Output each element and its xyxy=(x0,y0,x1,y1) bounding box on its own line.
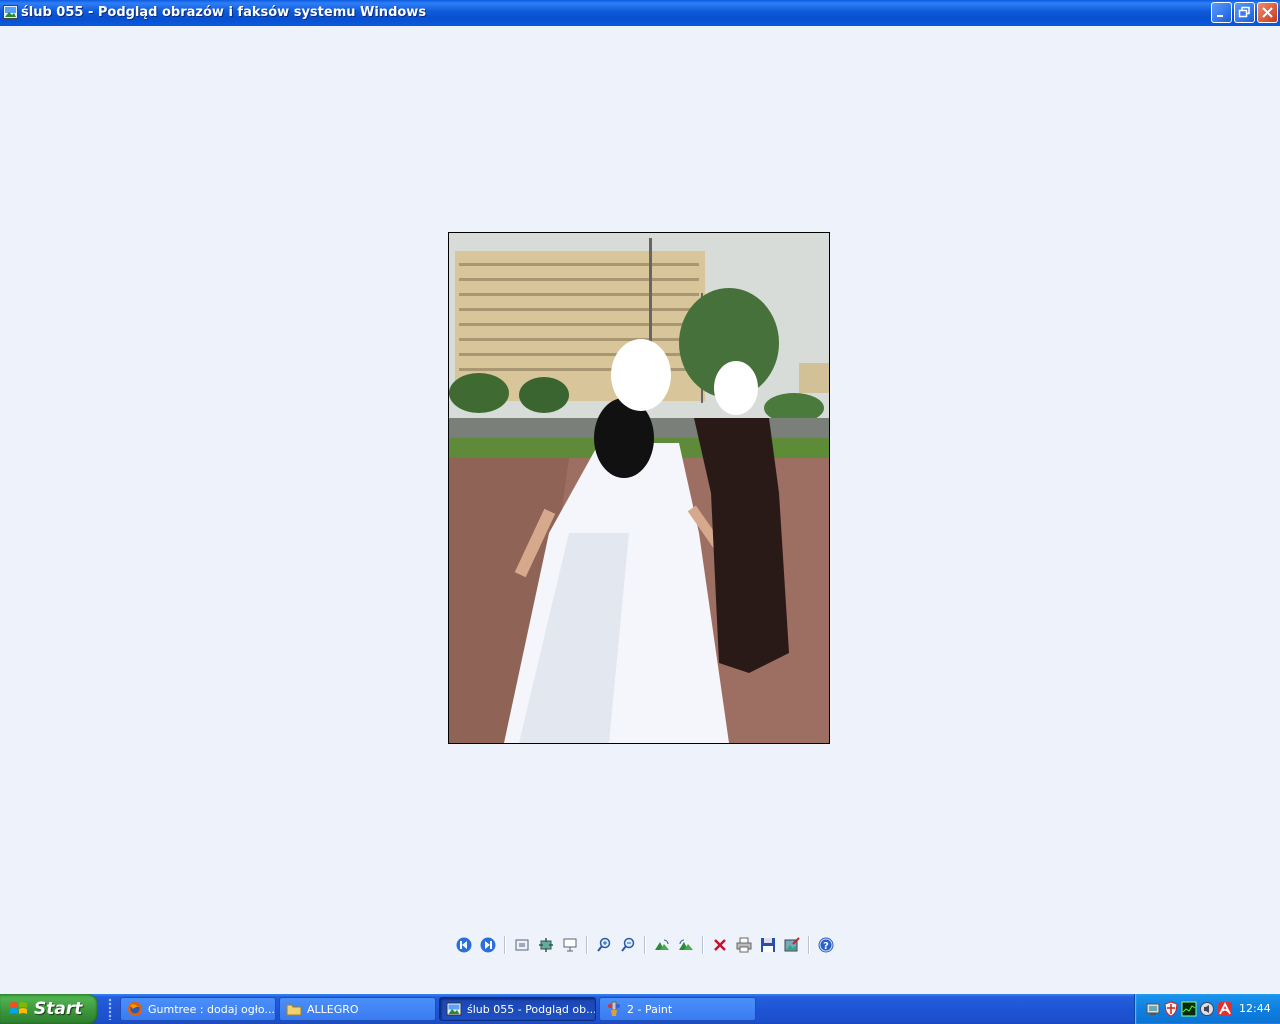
displayed-photo[interactable] xyxy=(448,232,830,744)
close-button[interactable] xyxy=(1257,2,1278,23)
print-button[interactable] xyxy=(734,935,754,955)
system-clock[interactable]: 12:44 xyxy=(1239,1002,1271,1015)
taskbar-item-label: ALLEGRO xyxy=(307,1002,359,1016)
rotate-clockwise-button[interactable] xyxy=(652,935,672,955)
taskbar-item-image-viewer[interactable]: ślub 055 - Podgląd ob... xyxy=(439,997,596,1021)
taskbar-item-label: 2 - Paint xyxy=(627,1002,673,1016)
delete-button[interactable] xyxy=(710,935,730,955)
zoom-in-button[interactable] xyxy=(594,935,614,955)
taskbar-item-allegro-folder[interactable]: ALLEGRO xyxy=(279,997,436,1021)
rotate-counterclockwise-icon xyxy=(679,939,693,950)
printer-icon xyxy=(736,937,752,953)
viewer-toolbar: ? xyxy=(452,935,838,955)
taskbar-item-firefox[interactable]: Gumtree : dodaj ogło... xyxy=(120,997,276,1021)
edit-image-icon xyxy=(784,937,800,952)
restore-button[interactable] xyxy=(1234,2,1255,23)
taskbar-item-paint[interactable]: 2 - Paint xyxy=(599,997,756,1021)
slideshow-button[interactable] xyxy=(560,935,580,955)
best-fit-button[interactable] xyxy=(512,935,532,955)
monitor-graph-icon[interactable] xyxy=(1181,1001,1197,1017)
toolbar-separator xyxy=(644,936,646,954)
toolbar-separator xyxy=(586,936,588,954)
paint-icon xyxy=(608,1001,620,1016)
windows-logo-icon xyxy=(10,1002,27,1014)
image-viewer-icon xyxy=(3,5,18,19)
zoom-out-icon xyxy=(621,937,635,952)
taskbar-item-label: ślub 055 - Podgląd ob... xyxy=(467,1002,596,1016)
security-shield-icon[interactable] xyxy=(1163,1001,1179,1017)
toolbar-separator xyxy=(808,936,810,954)
save-button[interactable] xyxy=(758,935,778,955)
help-button[interactable]: ? xyxy=(816,935,836,955)
zoom-in-icon xyxy=(597,937,611,952)
previous-image-button[interactable] xyxy=(454,935,474,955)
restore-icon xyxy=(1238,6,1250,18)
toolbar-separator xyxy=(702,936,704,954)
previous-arrow-icon xyxy=(456,937,472,953)
start-button[interactable]: Start xyxy=(0,994,98,1024)
window-title: ślub 055 - Podgląd obrazów i faksów syst… xyxy=(21,5,427,20)
slideshow-icon xyxy=(563,938,577,952)
minimize-icon xyxy=(1217,15,1223,17)
best-fit-icon xyxy=(515,939,529,951)
rotate-counterclockwise-button[interactable] xyxy=(676,935,696,955)
rotate-clockwise-icon xyxy=(655,939,669,950)
network-icon[interactable] xyxy=(1145,1001,1161,1017)
svg-text:?: ? xyxy=(823,941,829,952)
next-arrow-icon xyxy=(480,937,496,953)
system-tray: 12:44 xyxy=(1134,994,1280,1024)
firefox-icon xyxy=(128,1002,142,1016)
photo-image xyxy=(449,233,829,743)
taskbar-grip[interactable] xyxy=(108,998,112,1020)
folder-icon xyxy=(286,1004,302,1016)
open-for-editing-button[interactable] xyxy=(782,935,802,955)
zoom-out-button[interactable] xyxy=(618,935,638,955)
image-viewer-icon xyxy=(446,1002,462,1016)
toolbar-separator xyxy=(504,936,506,954)
taskbar: Start Gumtree : dodaj ogło... ALLEGRO śl… xyxy=(0,994,1280,1024)
actual-size-button[interactable] xyxy=(536,935,556,955)
close-icon xyxy=(1262,7,1273,18)
image-viewer-area[interactable] xyxy=(0,26,1280,990)
antivirus-icon[interactable] xyxy=(1217,1001,1233,1017)
help-icon: ? xyxy=(818,937,834,953)
actual-size-icon xyxy=(539,938,553,952)
floppy-disk-icon xyxy=(761,938,775,952)
volume-icon[interactable] xyxy=(1199,1001,1215,1017)
taskbar-item-label: Gumtree : dodaj ogło... xyxy=(148,1002,275,1016)
title-bar[interactable]: ślub 055 - Podgląd obrazów i faksów syst… xyxy=(0,0,1280,26)
minimize-button[interactable] xyxy=(1211,2,1232,23)
delete-icon xyxy=(714,939,726,951)
next-image-button[interactable] xyxy=(478,935,498,955)
start-label: Start xyxy=(34,999,83,1019)
